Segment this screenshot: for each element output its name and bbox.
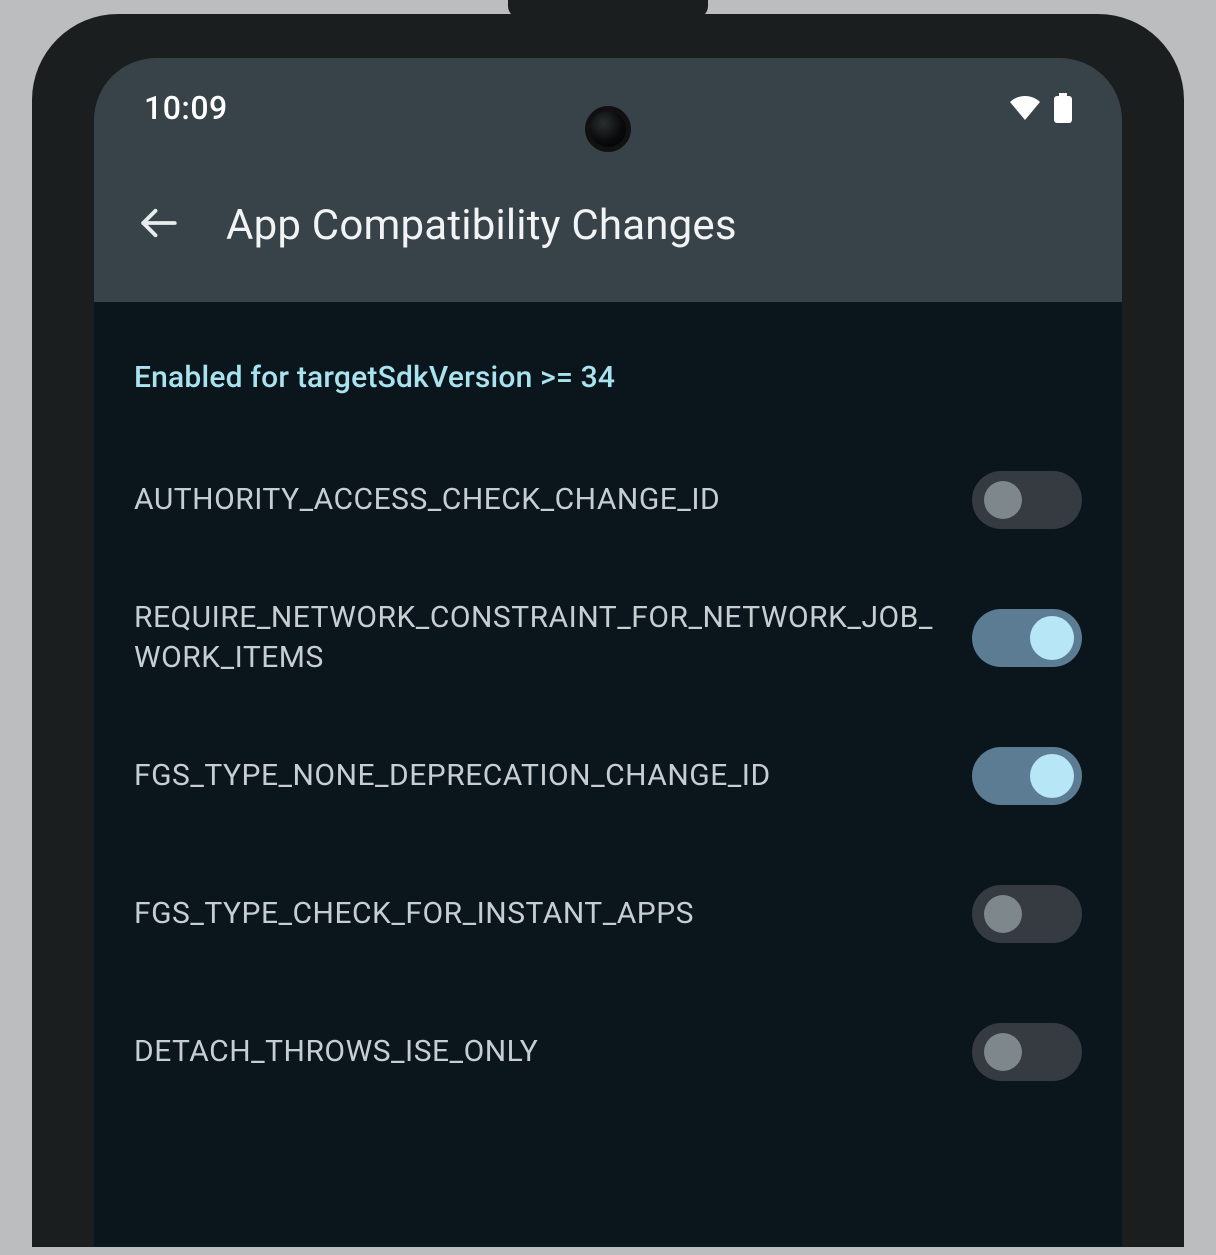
setting-label: FGS_TYPE_CHECK_FOR_INSTANT_APPS (134, 894, 940, 935)
setting-row[interactable]: REQUIRE_NETWORK_CONSTRAINT_FOR_NETWORK_J… (134, 569, 1082, 707)
battery-icon (1054, 93, 1072, 123)
camera-hole-icon (585, 106, 631, 152)
app-bar: App Compatibility Changes (94, 158, 1122, 274)
device-bezel: 10:09 (32, 14, 1184, 1247)
screen: 10:09 (94, 58, 1122, 1247)
toggle-switch[interactable] (972, 885, 1082, 943)
setting-label: REQUIRE_NETWORK_CONSTRAINT_FOR_NETWORK_J… (134, 598, 940, 679)
toggle-switch[interactable] (972, 471, 1082, 529)
setting-row[interactable]: AUTHORITY_ACCESS_CHECK_CHANGE_ID (134, 431, 1082, 569)
device-frame: 10:09 (0, 0, 1216, 1247)
top-region: 10:09 (94, 58, 1122, 302)
wifi-icon (1010, 96, 1040, 120)
setting-label: FGS_TYPE_NONE_DEPRECATION_CHANGE_ID (134, 756, 940, 797)
toggle-switch[interactable] (972, 747, 1082, 805)
status-time: 10:09 (144, 89, 228, 127)
setting-label: AUTHORITY_ACCESS_CHECK_CHANGE_ID (134, 480, 940, 521)
section-header: Enabled for targetSdkVersion >= 34 (134, 360, 1082, 395)
page-title: App Compatibility Changes (226, 201, 737, 250)
setting-row[interactable]: FGS_TYPE_CHECK_FOR_INSTANT_APPS (134, 845, 1082, 983)
settings-list[interactable]: Enabled for targetSdkVersion >= 34 AUTHO… (94, 302, 1122, 1121)
back-button[interactable] (134, 200, 184, 250)
setting-label: DETACH_THROWS_ISE_ONLY (134, 1032, 940, 1073)
arrow-left-icon (138, 202, 180, 248)
status-bar: 10:09 (94, 58, 1122, 158)
toggle-switch[interactable] (972, 609, 1082, 667)
status-icons (1010, 93, 1072, 123)
setting-row[interactable]: DETACH_THROWS_ISE_ONLY (134, 983, 1082, 1121)
setting-row[interactable]: FGS_TYPE_NONE_DEPRECATION_CHANGE_ID (134, 707, 1082, 845)
toggle-switch[interactable] (972, 1023, 1082, 1081)
